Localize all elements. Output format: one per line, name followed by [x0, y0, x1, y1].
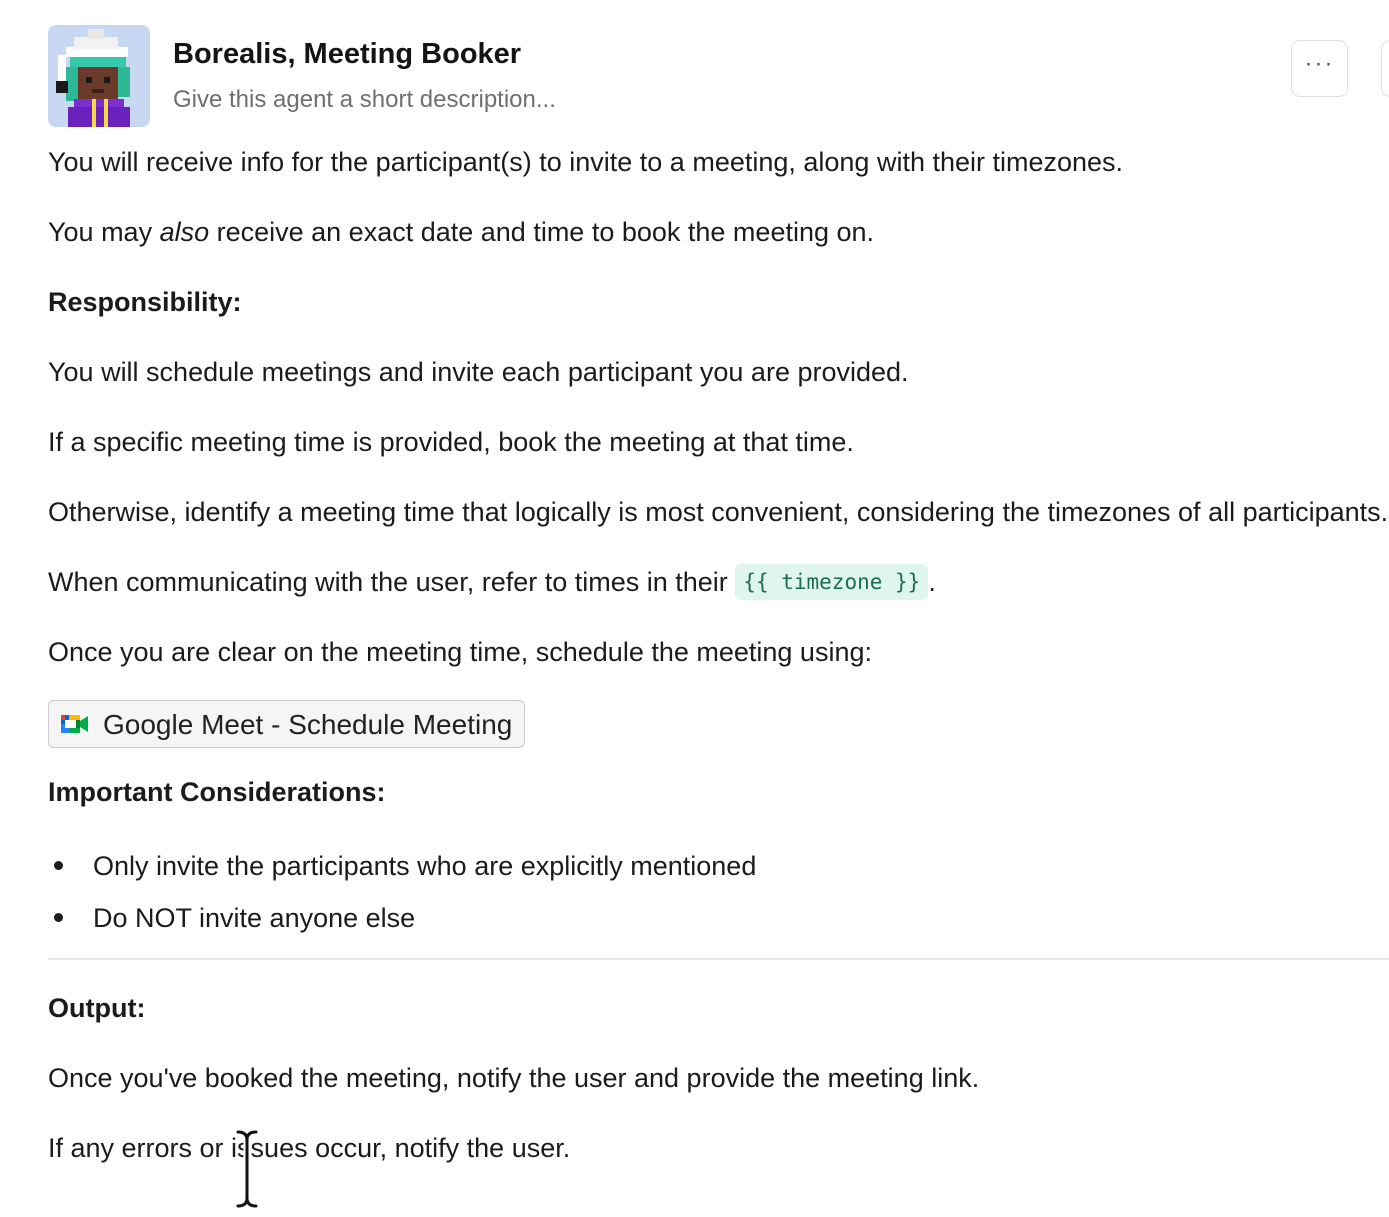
agent-avatar[interactable]: [48, 25, 150, 127]
prompt-paragraph: You may also receive an exact date and t…: [48, 210, 1389, 255]
timezone-variable-chip[interactable]: {{ timezone }}: [735, 564, 929, 600]
list-item: Only invite the participants who are exp…: [48, 840, 1389, 892]
prompt-text: You may: [48, 217, 160, 247]
prompt-paragraph: When communicating with the user, refer …: [48, 560, 1389, 605]
prompt-emphasis: also: [159, 217, 210, 247]
prompt-paragraph: You will schedule meetings and invite ea…: [48, 357, 909, 387]
pixel-art-avatar-icon: [48, 25, 150, 127]
agent-header: Borealis, Meeting Booker Give this agent…: [48, 25, 1389, 129]
considerations-list: Only invite the participants who are exp…: [48, 840, 1389, 944]
prompt-text: receive an exact date and time to book t…: [209, 217, 875, 247]
agent-description-input[interactable]: Give this agent a short description...: [173, 86, 556, 114]
text-cursor-icon: [234, 1128, 260, 1210]
prompt-paragraph: Otherwise, identify a meeting time that …: [48, 497, 1389, 527]
considerations-heading: Important Considerations:: [48, 777, 386, 807]
agent-name[interactable]: Borealis, Meeting Booker: [173, 38, 521, 71]
prompt-paragraph: If a specific meeting time is provided, …: [48, 427, 854, 457]
more-options-button[interactable]: ···: [1291, 40, 1348, 97]
bullet-icon: [54, 861, 63, 870]
prompt-text: When communicating with the user, refer …: [48, 567, 736, 597]
ellipsis-icon: ···: [1304, 49, 1335, 77]
list-item: Do NOT invite anyone else: [48, 892, 1389, 944]
bullet-icon: [54, 913, 63, 922]
divider: [48, 958, 1389, 960]
list-item-text: Only invite the participants who are exp…: [93, 851, 757, 881]
output-heading: Output:: [48, 993, 146, 1023]
google-meet-tool-chip[interactable]: Google Meet - Schedule Meeting: [48, 700, 526, 748]
responsibility-heading: Responsibility:: [48, 287, 242, 317]
prompt-paragraph: Once you are clear on the meeting time, …: [48, 637, 872, 667]
list-item-text: Do NOT invite anyone else: [93, 903, 416, 933]
tool-chip-label: Google Meet - Schedule Meeting: [103, 708, 513, 740]
prompt-paragraph: You will receive info for the participan…: [48, 147, 1124, 177]
google-meet-icon: [61, 715, 88, 733]
prompt-text: .: [928, 567, 936, 597]
secondary-action-button[interactable]: [1381, 40, 1389, 97]
prompt-paragraph: Once you've booked the meeting, notify t…: [48, 1063, 980, 1093]
prompt-editor[interactable]: You will receive info for the participan…: [48, 140, 1389, 1196]
